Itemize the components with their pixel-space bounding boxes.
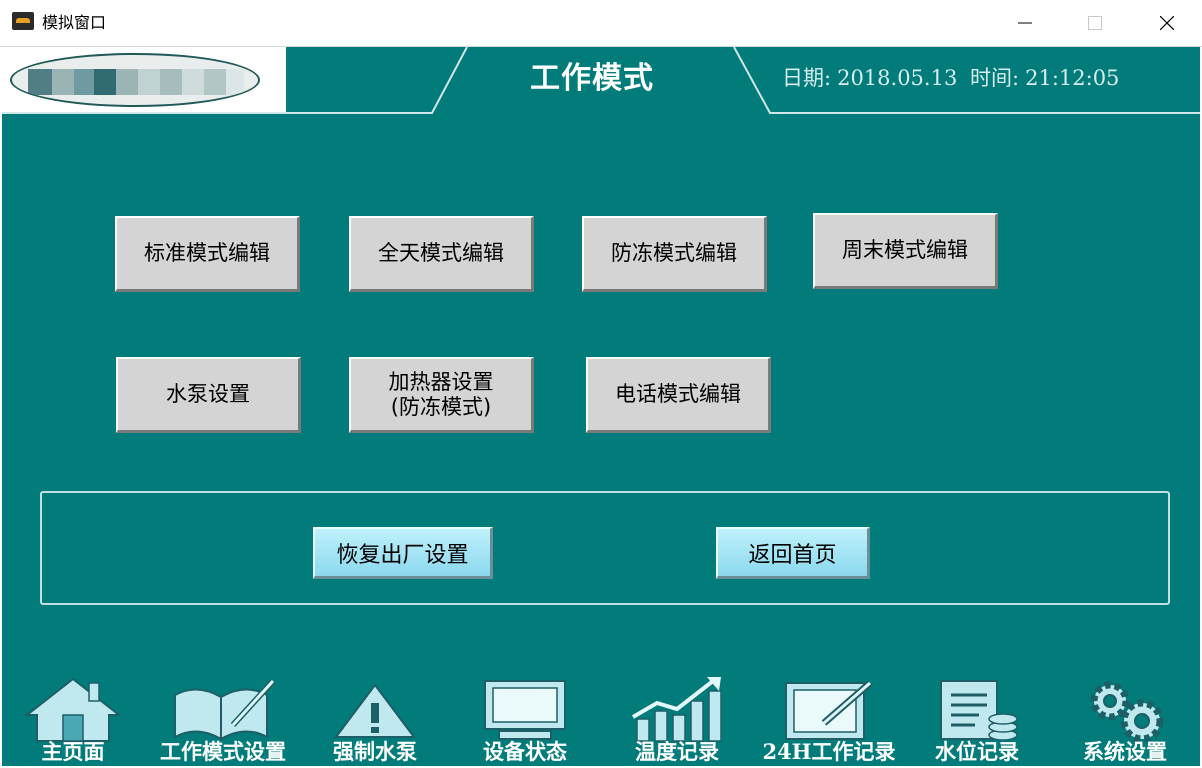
factory-reset-button[interactable]: 恢复出厂设置 xyxy=(313,527,493,579)
house-icon xyxy=(24,677,122,742)
book-pen-icon xyxy=(174,678,276,741)
phone-mode-edit-button[interactable]: 电话模式编辑 xyxy=(586,357,771,433)
nav-24h-work-record-label: 24H工作记录 xyxy=(762,739,896,764)
gears-icon xyxy=(1090,681,1164,743)
nav-home[interactable]: 主页面 xyxy=(2,669,148,766)
maximize-icon xyxy=(1088,16,1102,30)
nav-24h-work-record[interactable]: 24H工作记录 xyxy=(754,669,904,766)
window-titlebar: 模拟窗口 xyxy=(0,0,1202,47)
heater-settings-line1: 加热器设置 xyxy=(388,369,494,394)
page-title: 工作模式 xyxy=(530,61,654,96)
nav-temperature-record-label: 温度记录 xyxy=(635,739,719,764)
heater-settings-button[interactable]: 加热器设置 (防冻模式) xyxy=(349,357,534,433)
monitor-icon xyxy=(484,680,566,740)
maximize-button[interactable] xyxy=(1060,0,1130,46)
nav-system-settings-label: 系统设置 xyxy=(1083,739,1167,764)
nav-water-level-record[interactable]: 水位记录 xyxy=(902,669,1052,766)
nav-work-mode-settings-label: 工作模式设置 xyxy=(160,739,286,764)
nav-temperature-record[interactable]: 温度记录 xyxy=(602,669,752,766)
nav-force-pump-label: 强制水泵 xyxy=(333,739,417,764)
document-coins-icon xyxy=(940,680,1018,741)
rising-chart-icon xyxy=(631,677,722,742)
date-value: 2018.05.13 xyxy=(837,66,958,90)
tablet-pen-icon xyxy=(785,680,873,740)
warning-icon xyxy=(334,683,416,738)
app-icon xyxy=(12,12,34,30)
hmi-screen: 工作模式 日期: 2018.05.13 时间: 21:12:05 标准模式编辑 全天… xyxy=(2,47,1200,766)
nav-home-label: 主页面 xyxy=(41,739,105,764)
action-panel xyxy=(40,491,1170,605)
pump-settings-button[interactable]: 水泵设置 xyxy=(116,357,301,433)
nav-system-settings[interactable]: 系统设置 xyxy=(1050,669,1200,766)
nav-device-status[interactable]: 设备状态 xyxy=(450,669,600,766)
time-value: 21:12:05 xyxy=(1025,66,1120,90)
antifreeze-mode-edit-button[interactable]: 防冻模式编辑 xyxy=(582,216,767,292)
datetime-display: 日期: 2018.05.13 时间: 21:12:05 xyxy=(782,63,1125,93)
time-label: 时间: xyxy=(970,66,1020,90)
nav-force-pump[interactable]: 强制水泵 xyxy=(300,669,450,766)
window-title: 模拟窗口 xyxy=(42,13,107,32)
minimize-button[interactable] xyxy=(990,0,1060,46)
date-label: 日期: xyxy=(782,66,832,90)
heater-settings-line2: (防冻模式) xyxy=(390,394,492,419)
minimize-icon xyxy=(1018,22,1032,24)
close-button[interactable] xyxy=(1132,0,1202,46)
allday-mode-edit-button[interactable]: 全天模式编辑 xyxy=(349,216,534,292)
close-icon xyxy=(1160,16,1174,30)
standard-mode-edit-button[interactable]: 标准模式编辑 xyxy=(115,216,300,292)
nav-water-level-record-label: 水位记录 xyxy=(935,739,1019,764)
nav-work-mode-settings[interactable]: 工作模式设置 xyxy=(148,669,298,766)
weekend-mode-edit-button[interactable]: 周末模式编辑 xyxy=(813,213,998,289)
nav-device-status-label: 设备状态 xyxy=(483,739,567,764)
back-home-button[interactable]: 返回首页 xyxy=(716,527,870,579)
